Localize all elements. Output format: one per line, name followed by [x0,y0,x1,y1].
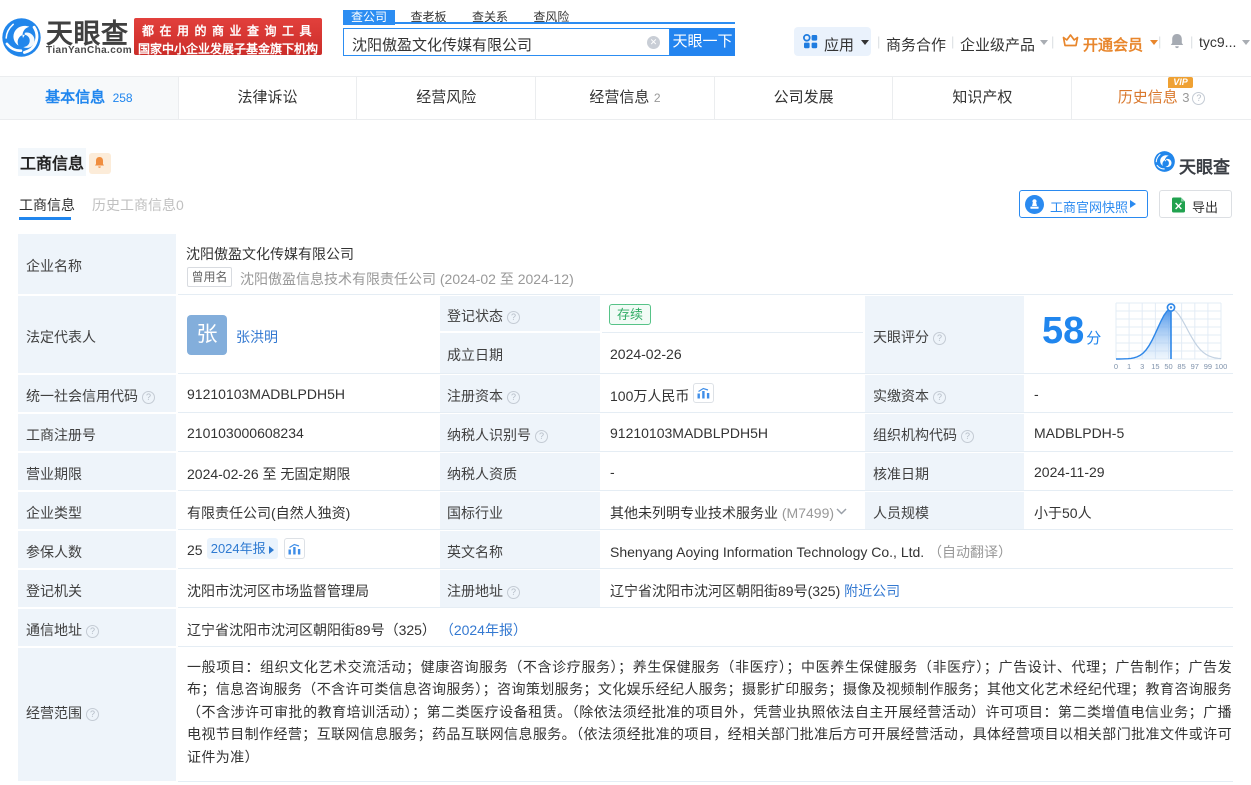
svg-text:1: 1 [1127,362,1131,369]
svg-text:50: 50 [1164,362,1172,369]
svg-text:3: 3 [1140,362,1144,369]
svg-text:15: 15 [1151,362,1159,369]
svg-text:100: 100 [1215,362,1228,369]
svg-text:85: 85 [1177,362,1185,369]
svg-text:99: 99 [1204,362,1212,369]
svg-text:97: 97 [1191,362,1199,369]
svg-text:0: 0 [1114,362,1118,369]
